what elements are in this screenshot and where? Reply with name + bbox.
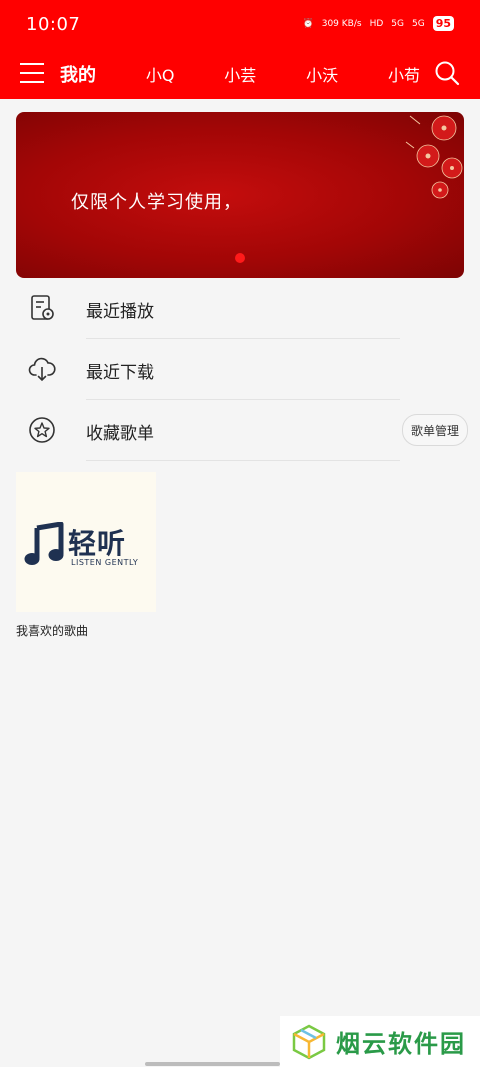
battery-level: 95 [432, 16, 454, 31]
signal-5g-1: 5G [391, 18, 404, 29]
playlist-card[interactable]: 轻听 LISTEN GENTLY 我喜欢的歌曲 [16, 472, 156, 639]
hd-icon: HD [369, 18, 384, 29]
banner-text: 仅限个人学习使用， [71, 192, 242, 213]
status-icons: ⏰ 309 KB/s HD 5G 5G 95 [303, 16, 454, 31]
recent-play-row[interactable]: 最近播放 [0, 278, 480, 339]
header-tabs: 我的 小Q 小芸 小沃 小苟 [60, 60, 420, 88]
cover-logo-subtitle: LISTEN GENTLY [71, 558, 139, 567]
tab-mine[interactable]: 我的 [60, 61, 96, 87]
promo-banner[interactable]: 仅限个人学习使用， [16, 112, 464, 278]
star-icon [29, 417, 55, 443]
alarm-icon: ⏰ [302, 18, 314, 29]
watermark-text: 烟云软件园 [336, 1030, 466, 1058]
menu-icon[interactable] [20, 63, 44, 83]
music-note-icon [24, 522, 64, 565]
tab-xiao-gou[interactable]: 小苟 [388, 62, 420, 86]
flower-decoration-icon [405, 115, 463, 199]
tab-xiao-wo[interactable]: 小沃 [306, 62, 338, 86]
recent-download-label: 最近下载 [86, 363, 154, 383]
home-indicator[interactable] [145, 1062, 280, 1066]
tab-xiao-yun[interactable]: 小芸 [224, 62, 256, 86]
recent-play-label: 最近播放 [86, 302, 154, 322]
manage-playlists-button[interactable]: 歌单管理 [402, 414, 468, 446]
divider [86, 460, 400, 461]
signal-5g-2: 5G [411, 18, 425, 29]
recent-download-row[interactable]: 最近下载 [0, 339, 480, 400]
watermark-cube-icon [292, 1024, 326, 1059]
favorite-playlists-label: 收藏歌单 [86, 424, 154, 444]
app-header: 10:07 ⏰ 309 KB/s HD 5G 5G 95 我的 小Q 小芸 小沃… [0, 0, 480, 99]
banner-indicator-dot[interactable] [235, 253, 245, 263]
playlist-cover[interactable]: 轻听 LISTEN GENTLY [16, 472, 156, 612]
watermark: 烟云软件园 [280, 1016, 480, 1067]
recent-play-icon [31, 295, 54, 320]
search-icon[interactable] [434, 60, 460, 86]
playlist-name[interactable]: 我喜欢的歌曲 [16, 622, 156, 639]
tab-xiao-q[interactable]: 小Q [146, 62, 175, 86]
library-menu: 最近播放 最近下载 收藏歌单 歌单管理 [0, 278, 480, 461]
network-speed: 309 KB/s [321, 18, 362, 29]
cloud-download-icon [28, 357, 56, 382]
favorite-playlists-row[interactable]: 收藏歌单 歌单管理 [0, 400, 480, 461]
status-time: 10:07 [26, 14, 81, 35]
cover-logo-title: 轻听 [68, 527, 127, 560]
